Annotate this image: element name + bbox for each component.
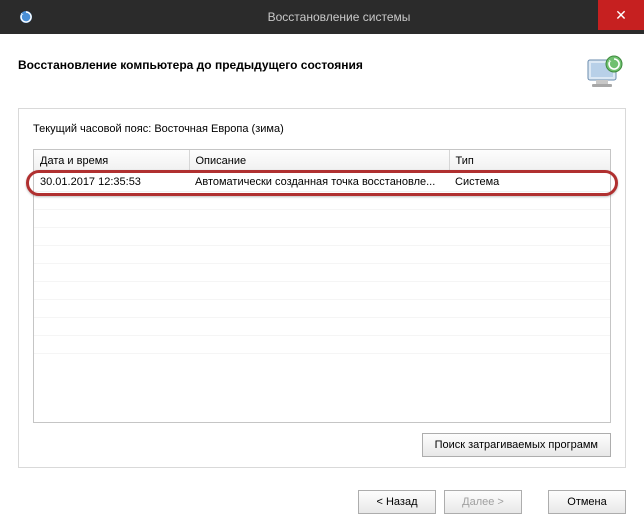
cancel-button[interactable]: Отмена bbox=[548, 490, 626, 514]
cell-datetime: 30.01.2017 12:35:53 bbox=[34, 172, 189, 191]
system-restore-icon bbox=[18, 9, 34, 25]
timezone-label: Текущий часовой пояс: Восточная Европа (… bbox=[33, 123, 611, 135]
table-row bbox=[34, 299, 610, 317]
next-button[interactable]: Далее > bbox=[444, 490, 522, 514]
system-restore-window: Восстановление системы ✕ Восстановление … bbox=[0, 0, 644, 530]
table-row bbox=[34, 263, 610, 281]
column-header-description[interactable]: Описание bbox=[189, 150, 449, 172]
restore-points-table: Дата и время Описание Тип 30.01.2017 12:… bbox=[34, 150, 610, 354]
close-icon: ✕ bbox=[615, 8, 627, 22]
restore-point-panel: Текущий часовой пояс: Восточная Европа (… bbox=[18, 108, 626, 468]
back-button[interactable]: < Назад bbox=[358, 490, 436, 514]
table-row bbox=[34, 191, 610, 209]
table-row bbox=[34, 227, 610, 245]
wizard-header: Восстановление компьютера до предыдущего… bbox=[18, 52, 626, 90]
cell-type: Система bbox=[449, 172, 610, 191]
table-row bbox=[34, 281, 610, 299]
wizard-footer: < Назад Далее > Отмена bbox=[0, 480, 644, 530]
column-header-type[interactable]: Тип bbox=[449, 150, 610, 172]
table-row bbox=[34, 317, 610, 335]
panel-footer: Поиск затрагиваемых программ bbox=[33, 433, 611, 457]
close-button[interactable]: ✕ bbox=[598, 0, 644, 30]
content: Восстановление компьютера до предыдущего… bbox=[0, 34, 644, 480]
restore-points-table-container: Дата и время Описание Тип 30.01.2017 12:… bbox=[33, 149, 611, 423]
cell-description: Автоматически созданная точка восстановл… bbox=[189, 172, 449, 191]
table-row bbox=[34, 335, 610, 353]
column-header-datetime[interactable]: Дата и время bbox=[34, 150, 189, 172]
table-row bbox=[34, 245, 610, 263]
window-title: Восстановление системы bbox=[42, 10, 636, 24]
titlebar: Восстановление системы ✕ bbox=[0, 0, 644, 34]
page-title: Восстановление компьютера до предыдущего… bbox=[18, 52, 582, 72]
restore-computer-icon bbox=[582, 52, 626, 90]
table-row[interactable]: 30.01.2017 12:35:53 Автоматически создан… bbox=[34, 172, 610, 191]
table-row bbox=[34, 209, 610, 227]
scan-affected-button[interactable]: Поиск затрагиваемых программ bbox=[422, 433, 611, 457]
